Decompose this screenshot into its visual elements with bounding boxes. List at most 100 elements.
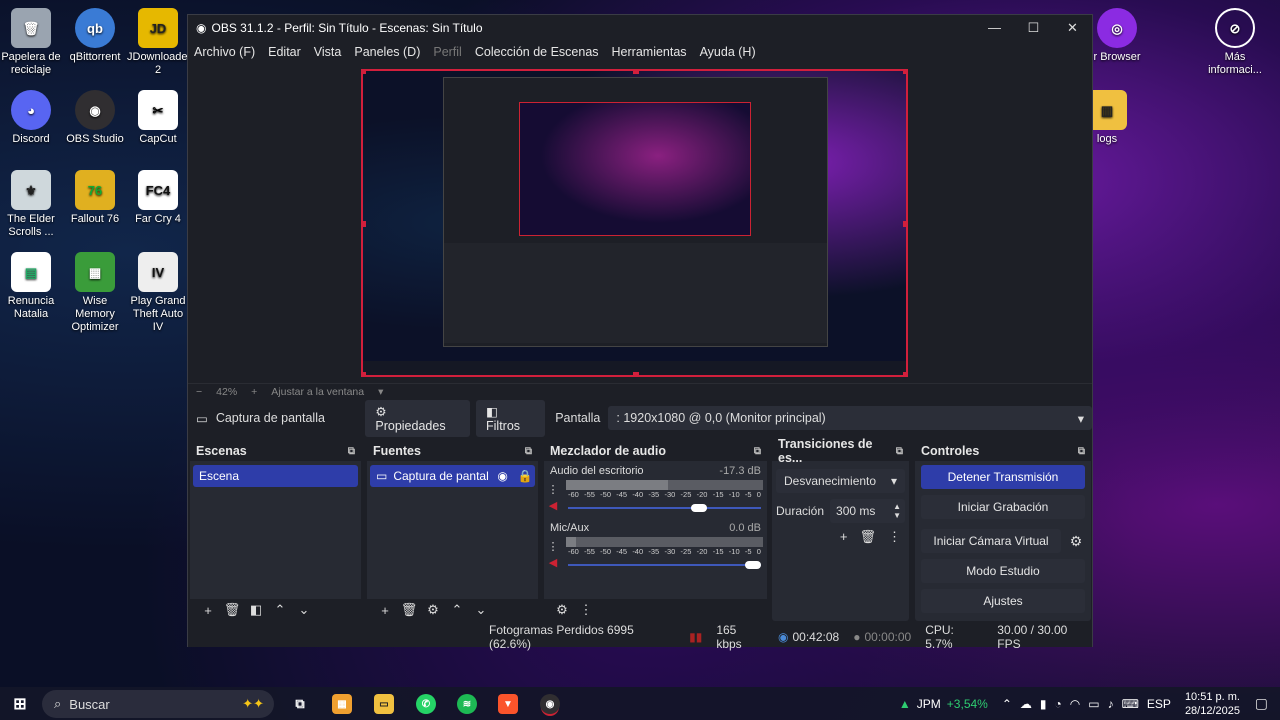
slider-knob[interactable] (745, 560, 761, 569)
gear-icon[interactable]: ⚙ (421, 602, 445, 618)
resize-handle[interactable] (903, 71, 906, 74)
kebab-menu-icon[interactable]: ⋮ (544, 540, 562, 553)
brave-icon[interactable]: ▼ (498, 694, 518, 714)
popout-icon[interactable]: ⧉ (896, 446, 903, 457)
speaker-icon[interactable]: ◀ (544, 556, 562, 569)
menu-paneles[interactable]: Paneles (D) (354, 45, 420, 59)
stock-ticker[interactable]: JPM (917, 697, 941, 711)
resize-handle[interactable] (363, 372, 366, 375)
trash-icon[interactable]: 🗑 (220, 602, 244, 618)
chevron-up-icon[interactable]: ⌃ (268, 602, 292, 618)
source-item[interactable]: ▭ Captura de pantalla ◉ 🔒 (370, 465, 535, 487)
obs-taskbar-icon[interactable]: ◉ (540, 694, 560, 714)
menu-vista[interactable]: Vista (314, 45, 342, 59)
desktop-icon-farcry[interactable]: FC4 Far Cry 4 (127, 170, 189, 226)
popout-icon[interactable]: ⧉ (348, 446, 355, 457)
add-icon[interactable]: + (373, 603, 397, 618)
display-select[interactable]: : 1920x1080 @ 0,0 (Monitor principal) ▾ (608, 406, 1093, 430)
lock-icon[interactable]: 🔒 (518, 469, 533, 483)
chevron-down-icon[interactable]: ⌄ (469, 602, 493, 618)
menu-editar[interactable]: Editar (268, 45, 301, 59)
gear-icon[interactable]: ⚙ (550, 602, 574, 618)
chevron-up-icon[interactable]: ⌃ (445, 602, 469, 618)
wifi-icon[interactable]: ◠ (1070, 697, 1080, 711)
studio-mode-button[interactable]: Modo Estudio (921, 559, 1085, 583)
file-explorer-icon[interactable]: ▭ (374, 694, 394, 714)
desktop-icon-jdownloader[interactable]: JD JDownloader 2 (127, 8, 191, 77)
speaker-icon[interactable]: ◀ (544, 499, 562, 512)
stepper-icon[interactable]: ▲ ▼ (893, 502, 905, 520)
store-icon[interactable]: ▦ (332, 694, 352, 714)
menu-coleccion-escenas[interactable]: Colección de Escenas (475, 45, 599, 59)
desktop-icon-recycle-bin[interactable]: 🗑 Papelera de reciclaje (0, 8, 62, 77)
desktop-icon-elder-scrolls[interactable]: ⚜ The Elder Scrolls ... (0, 170, 62, 239)
stop-streaming-button[interactable]: Detener Transmisión (921, 465, 1085, 489)
slider-knob[interactable] (690, 503, 707, 512)
desktop-icon-renuncia[interactable]: ▤ Renuncia Natalia (0, 252, 62, 321)
resize-handle[interactable] (363, 71, 366, 74)
transition-select[interactable]: Desvanecimiento ▾ (776, 469, 905, 493)
taskbar-search[interactable]: ⌕ Buscar ✦✦ (42, 690, 274, 718)
spotify-icon[interactable]: ≋ (457, 694, 477, 714)
resize-handle[interactable] (903, 372, 906, 375)
desktop-icon-gta4[interactable]: IV Play Grand Theft Auto IV (127, 252, 189, 334)
battery-icon[interactable]: ▭ (1088, 697, 1099, 711)
desktop-icon-wise-memory[interactable]: ▦ Wise Memory Optimizer (64, 252, 126, 334)
kebab-menu-icon[interactable]: ⋮ (574, 602, 598, 618)
fit-window-label[interactable]: Ajustar a la ventana (271, 386, 364, 398)
zoom-in-button[interactable]: + (251, 386, 257, 398)
chevron-up-icon[interactable]: ⌃ (1002, 697, 1012, 711)
windows-start-icon[interactable]: ⊞ (10, 694, 30, 714)
keyboard-icon[interactable]: ⌨ (1122, 697, 1139, 711)
clock[interactable]: 10:51 p. m. 28/12/2025 (1185, 690, 1240, 718)
kebab-menu-icon[interactable]: ⋮ (544, 483, 562, 496)
menu-herramientas[interactable]: Herramientas (612, 45, 687, 59)
whatsapp-icon[interactable]: ✆ (416, 694, 436, 714)
start-virtual-camera-button[interactable]: Iniciar Cámara Virtual (921, 529, 1061, 553)
zoom-out-button[interactable]: − (196, 386, 202, 398)
start-recording-button[interactable]: Iniciar Grabación (921, 495, 1085, 519)
desktop-icon-browser[interactable]: ◎ r Browser (1086, 8, 1148, 64)
resize-handle[interactable] (633, 372, 639, 375)
cloud-icon[interactable]: ☁ (1020, 697, 1032, 711)
desktop-icon-discord[interactable]: ◕ Discord (0, 90, 62, 146)
chevron-down-icon[interactable]: ▾ (378, 386, 383, 398)
language-indicator[interactable]: ESP (1147, 697, 1171, 711)
menu-archivo[interactable]: Archivo (F) (194, 45, 255, 59)
network-icon[interactable]: ◔ (1055, 697, 1062, 711)
resize-handle[interactable] (363, 221, 366, 227)
filters-button[interactable]: ◧ Filtros (476, 399, 546, 437)
menu-perfil[interactable]: Perfil (433, 45, 461, 59)
close-button[interactable]: ✕ (1053, 20, 1092, 36)
duration-input[interactable]: 300 ms ▲ ▼ (830, 499, 905, 523)
kebab-menu-icon[interactable]: ⋮ (888, 529, 901, 545)
add-icon[interactable]: + (196, 603, 220, 618)
volume-icon[interactable]: ♪ (1108, 697, 1114, 711)
usb-icon[interactable]: ▮ (1040, 697, 1047, 711)
minimize-button[interactable]: — (975, 20, 1014, 36)
desktop-icon-obs[interactable]: ◉ OBS Studio (64, 90, 126, 146)
add-icon[interactable]: + (840, 529, 848, 545)
settings-button[interactable]: Ajustes (921, 589, 1085, 613)
filter-icon[interactable]: ◧ (244, 602, 268, 618)
gear-icon[interactable]: ⚙ (1061, 525, 1091, 553)
properties-button[interactable]: ⚙ Propiedades (365, 399, 471, 437)
chevron-down-icon[interactable]: ⌄ (292, 602, 316, 618)
popout-icon[interactable]: ⧉ (754, 446, 761, 457)
maximize-button[interactable]: ☐ (1014, 20, 1053, 36)
notification-icon[interactable]: ▢ (1255, 695, 1268, 712)
resize-handle[interactable] (633, 71, 639, 74)
preview-canvas[interactable] (361, 69, 908, 377)
resize-handle[interactable] (903, 221, 906, 227)
trash-icon[interactable]: 🗑 (397, 602, 421, 618)
volume-slider[interactable] (568, 503, 761, 512)
task-view-icon[interactable]: ⧉ (290, 694, 310, 714)
desktop-icon-qbittorrent[interactable]: qb qBittorrent (64, 8, 126, 64)
trash-icon[interactable]: 🗑 (859, 529, 876, 545)
popout-icon[interactable]: ⧉ (1078, 446, 1085, 457)
menu-ayuda[interactable]: Ayuda (H) (700, 45, 756, 59)
volume-slider[interactable] (568, 560, 761, 569)
eye-icon[interactable]: ◉ (497, 469, 507, 483)
scene-item[interactable]: Escena (193, 465, 358, 487)
desktop-icon-capcut[interactable]: ✂ CapCut (127, 90, 189, 146)
